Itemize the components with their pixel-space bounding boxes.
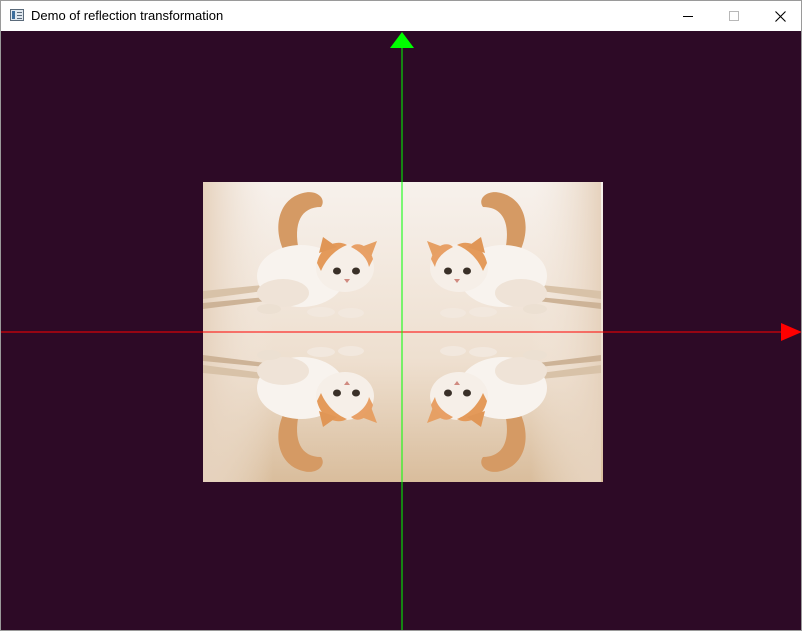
maximize-button[interactable] [711,1,757,31]
render-canvas[interactable] [1,31,801,630]
maximize-icon [729,11,739,21]
close-button[interactable] [757,1,801,31]
y-axis-arrow-icon [390,32,414,48]
minimize-icon [683,16,693,17]
close-icon [774,10,786,22]
minimize-button[interactable] [665,1,711,31]
app-window-icon [10,9,24,21]
app-window: Demo of reflection transformation [0,0,802,631]
title-bar[interactable]: Demo of reflection transformation [1,1,801,31]
x-axis-arrow-icon [781,323,801,341]
window-title: Demo of reflection transformation [31,8,224,23]
